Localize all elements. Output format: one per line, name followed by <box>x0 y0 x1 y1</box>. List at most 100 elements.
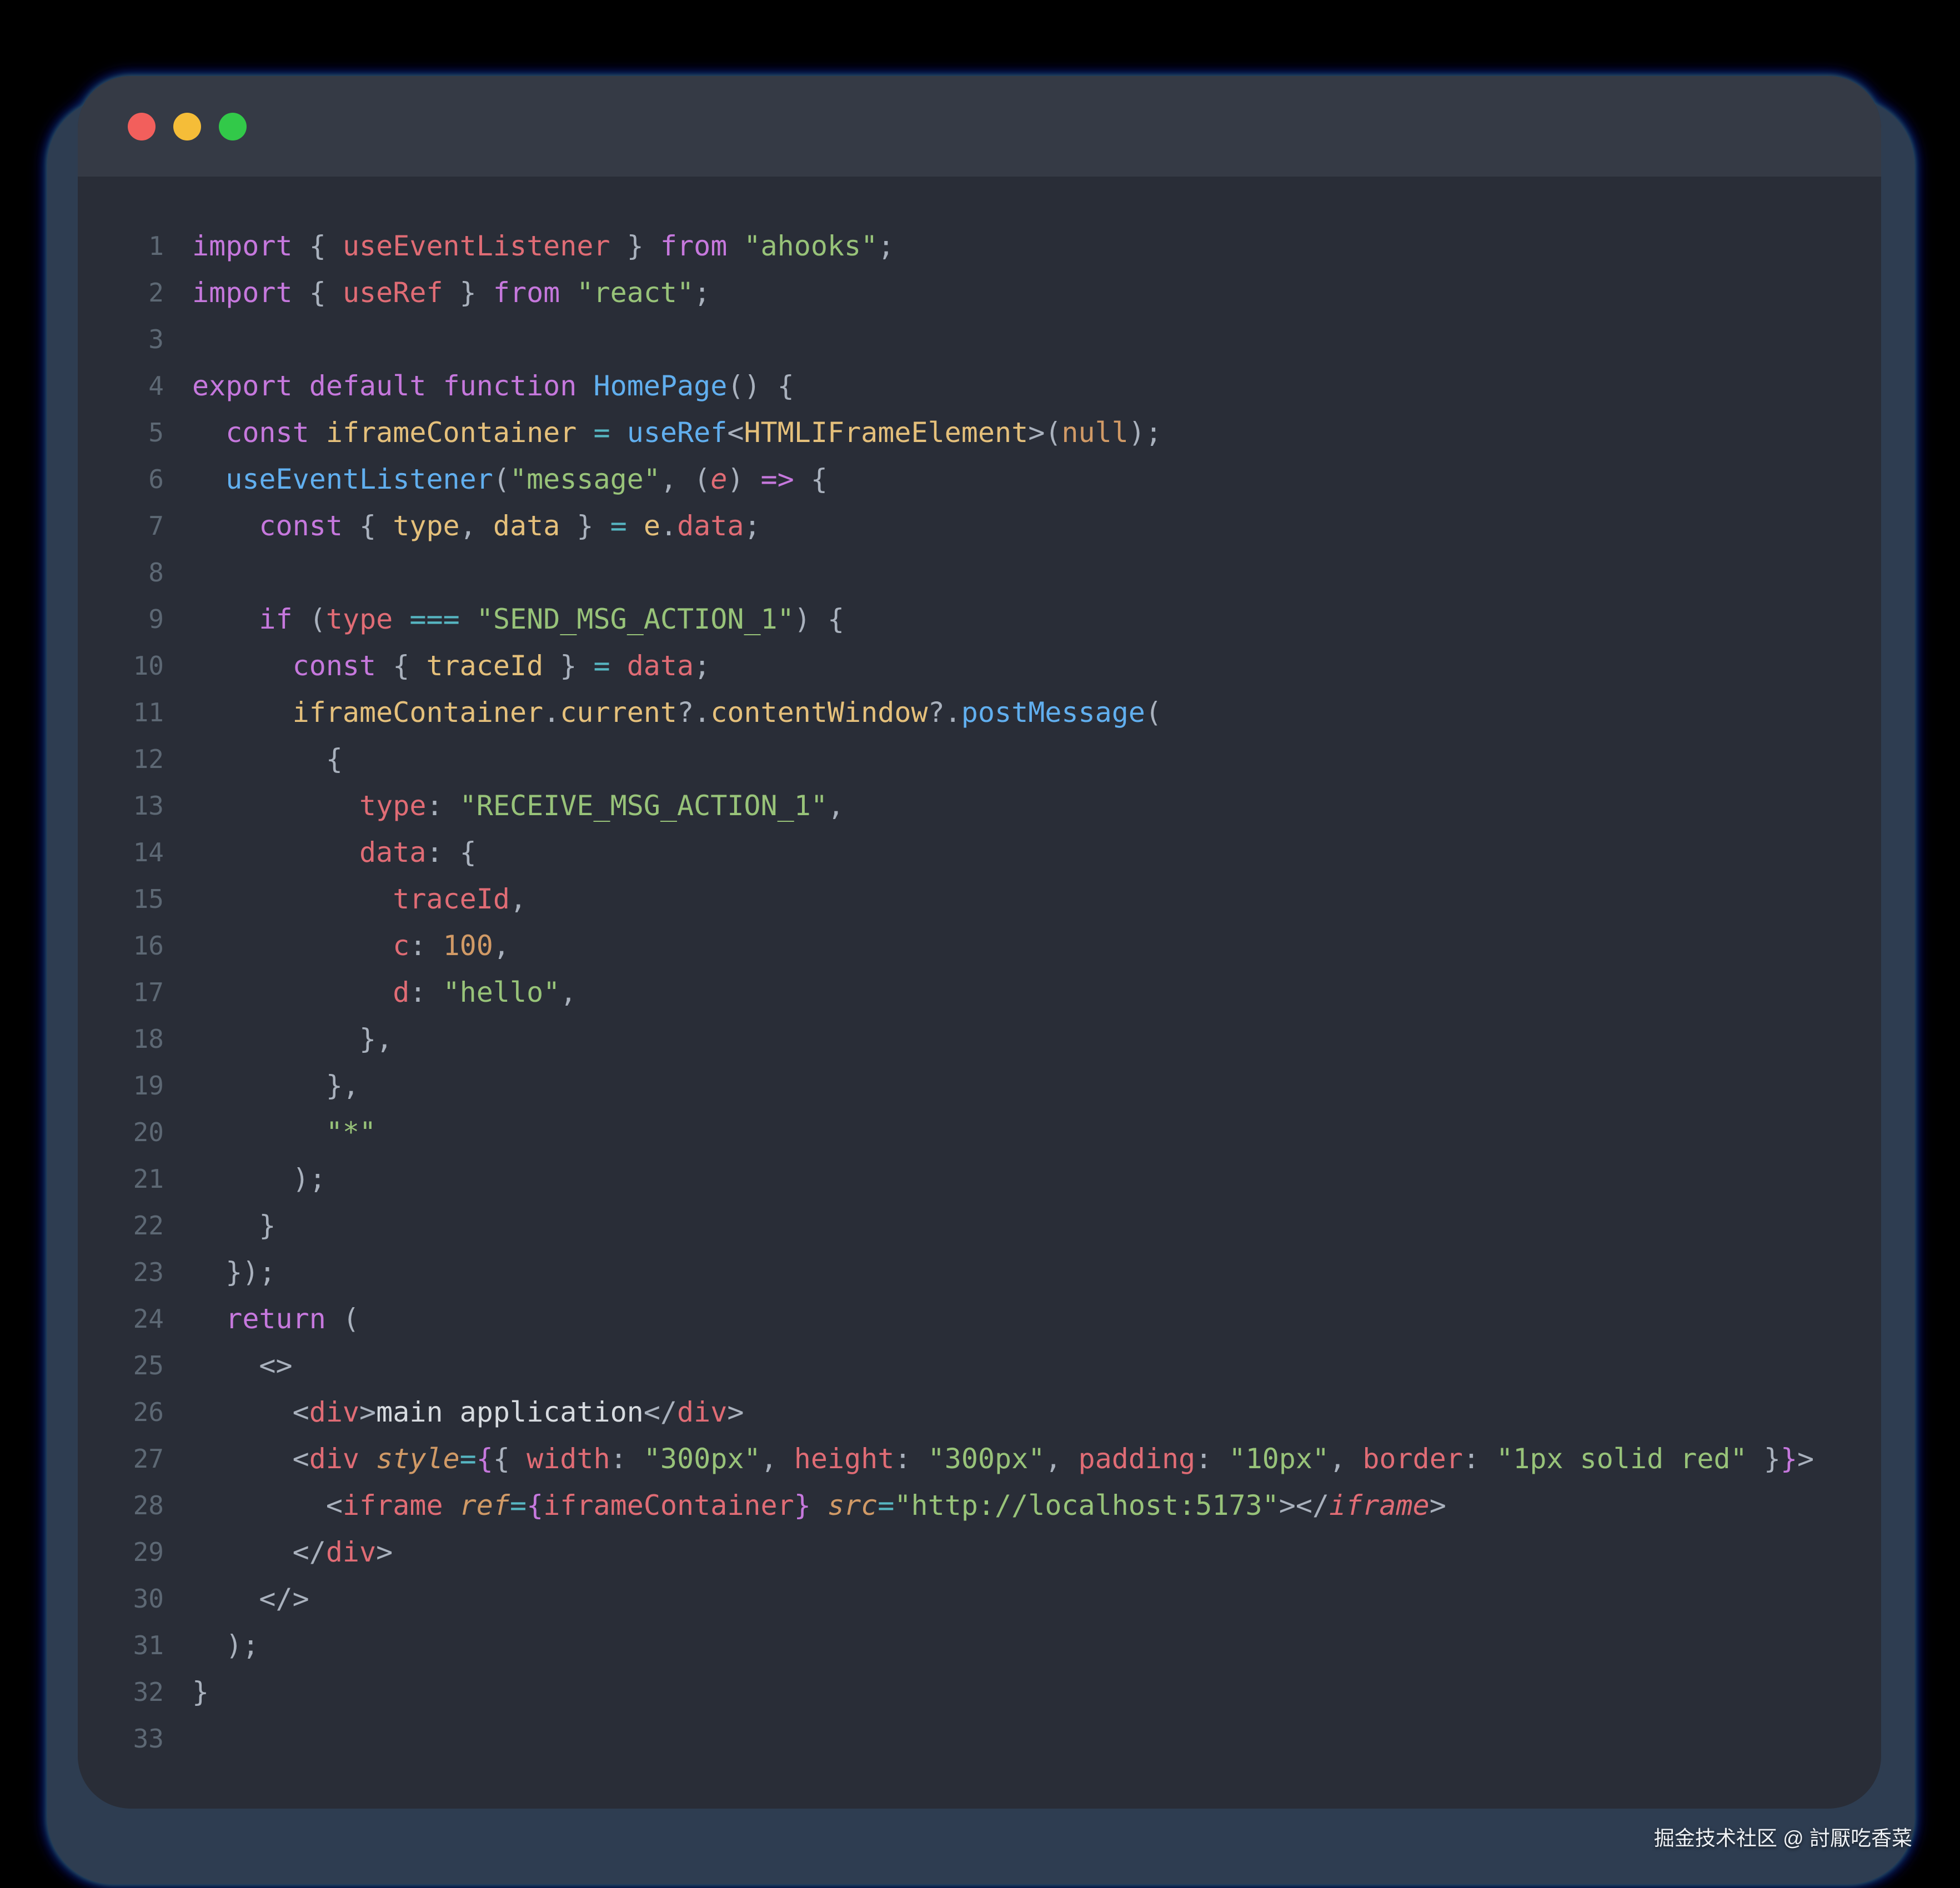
line-number: 32 <box>78 1669 164 1715</box>
code-line: 15 traceId, <box>78 876 1881 922</box>
code-text: const iframeContainer = useRef<HTMLIFram… <box>164 409 1162 456</box>
code-text: }, <box>164 1016 393 1062</box>
line-number: 18 <box>78 1016 164 1062</box>
code-line: 12 { <box>78 736 1881 782</box>
code-line: 30 </> <box>78 1575 1881 1622</box>
code-line: 23 }); <box>78 1249 1881 1296</box>
line-number: 16 <box>78 922 164 969</box>
screenshot-canvas: 1import { useEventListener } from "ahook… <box>0 0 1960 1888</box>
line-number: 23 <box>78 1249 164 1296</box>
code-text: export default function HomePage() { <box>164 363 794 409</box>
line-number: 2 <box>78 269 164 316</box>
code-line: 1import { useEventListener } from "ahook… <box>78 223 1881 269</box>
line-number: 14 <box>78 829 164 876</box>
line-number: 12 <box>78 736 164 782</box>
code-line: 31 ); <box>78 1622 1881 1669</box>
code-line: 19 }, <box>78 1062 1881 1109</box>
code-line: 28 <iframe ref={iframeContainer} src="ht… <box>78 1482 1881 1529</box>
line-number: 20 <box>78 1109 164 1156</box>
line-number: 5 <box>78 409 164 456</box>
line-number: 11 <box>78 689 164 736</box>
code-line: 13 type: "RECEIVE_MSG_ACTION_1", <box>78 782 1881 829</box>
line-number: 1 <box>78 223 164 269</box>
code-text: <iframe ref={iframeContainer} src="http:… <box>164 1482 1446 1529</box>
code-text: }); <box>164 1249 276 1296</box>
code-editor-window: 1import { useEventListener } from "ahook… <box>78 76 1881 1809</box>
code-text: <div style={{ width: "300px", height: "3… <box>164 1435 1814 1482</box>
code-line: 18 }, <box>78 1016 1881 1062</box>
code-line: 20 "*" <box>78 1109 1881 1156</box>
line-number: 7 <box>78 503 164 549</box>
code-text: return ( <box>164 1296 359 1342</box>
code-line: 8 <box>78 549 1881 596</box>
code-text: <div>main application</div> <box>164 1389 744 1435</box>
line-number: 25 <box>78 1342 164 1389</box>
line-number: 15 <box>78 876 164 922</box>
code-line: 14 data: { <box>78 829 1881 876</box>
line-number: 28 <box>78 1482 164 1529</box>
line-number: 31 <box>78 1622 164 1669</box>
code-text: </> <box>164 1575 309 1622</box>
line-number: 22 <box>78 1202 164 1249</box>
code-line: 26 <div>main application</div> <box>78 1389 1881 1435</box>
code-line: 11 iframeContainer.current?.contentWindo… <box>78 689 1881 736</box>
code-text: }, <box>164 1062 359 1109</box>
line-number: 30 <box>78 1575 164 1622</box>
minimize-button[interactable] <box>173 113 201 140</box>
watermark: 掘金技术社区 @ 討厭吃香菜 <box>1654 1821 1912 1851</box>
code-line: 5 const iframeContainer = useRef<HTMLIFr… <box>78 409 1881 456</box>
code-line: 16 c: 100, <box>78 922 1881 969</box>
code-line: 24 return ( <box>78 1296 1881 1342</box>
code-text: traceId, <box>164 876 527 922</box>
code-text: const { traceId } = data; <box>164 642 710 689</box>
code-line: 9 if (type === "SEND_MSG_ACTION_1") { <box>78 596 1881 642</box>
code-line: 6 useEventListener("message", (e) => { <box>78 456 1881 503</box>
code-text: useEventListener("message", (e) => { <box>164 456 828 503</box>
code-line: 7 const { type, data } = e.data; <box>78 503 1881 549</box>
code-text: <> <box>164 1342 293 1389</box>
code-text: ); <box>164 1622 259 1669</box>
line-number: 27 <box>78 1435 164 1482</box>
line-number: 3 <box>78 316 164 363</box>
line-number: 6 <box>78 456 164 503</box>
code-text: type: "RECEIVE_MSG_ACTION_1", <box>164 782 844 829</box>
close-button[interactable] <box>128 113 156 140</box>
code-line: 10 const { traceId } = data; <box>78 642 1881 689</box>
line-number: 33 <box>78 1715 164 1762</box>
code-line: 27 <div style={{ width: "300px", height:… <box>78 1435 1881 1482</box>
code-text: d: "hello", <box>164 969 577 1016</box>
line-number: 4 <box>78 363 164 409</box>
code-line: 3 <box>78 316 1881 363</box>
line-number: 21 <box>78 1156 164 1202</box>
code-text: c: 100, <box>164 922 510 969</box>
line-number: 29 <box>78 1529 164 1575</box>
code-text: </div> <box>164 1529 393 1575</box>
line-number: 10 <box>78 642 164 689</box>
line-number: 19 <box>78 1062 164 1109</box>
code-text: const { type, data } = e.data; <box>164 503 761 549</box>
line-number: 9 <box>78 596 164 642</box>
window-stack: 1import { useEventListener } from "ahook… <box>47 76 1914 1884</box>
code-line: 17 d: "hello", <box>78 969 1881 1016</box>
code-text: "*" <box>164 1109 376 1156</box>
zoom-button[interactable] <box>219 113 247 140</box>
line-number: 8 <box>78 549 164 596</box>
code-line: 4export default function HomePage() { <box>78 363 1881 409</box>
line-number: 13 <box>78 782 164 829</box>
code-text: import { useEventListener } from "ahooks… <box>164 223 894 269</box>
line-number: 24 <box>78 1296 164 1342</box>
code-text: if (type === "SEND_MSG_ACTION_1") { <box>164 596 844 642</box>
code-text: import { useRef } from "react"; <box>164 269 710 316</box>
code-line: 25 <> <box>78 1342 1881 1389</box>
line-number: 26 <box>78 1389 164 1435</box>
code-line: 32} <box>78 1669 1881 1715</box>
code-text: ); <box>164 1156 326 1202</box>
code-line: 29 </div> <box>78 1529 1881 1575</box>
code-line: 33 <box>78 1715 1881 1762</box>
line-number: 17 <box>78 969 164 1016</box>
code-line: 21 ); <box>78 1156 1881 1202</box>
code-text: data: { <box>164 829 477 876</box>
code-area: 1import { useEventListener } from "ahook… <box>78 177 1881 1762</box>
window-titlebar <box>78 76 1881 177</box>
code-text: } <box>164 1669 209 1715</box>
